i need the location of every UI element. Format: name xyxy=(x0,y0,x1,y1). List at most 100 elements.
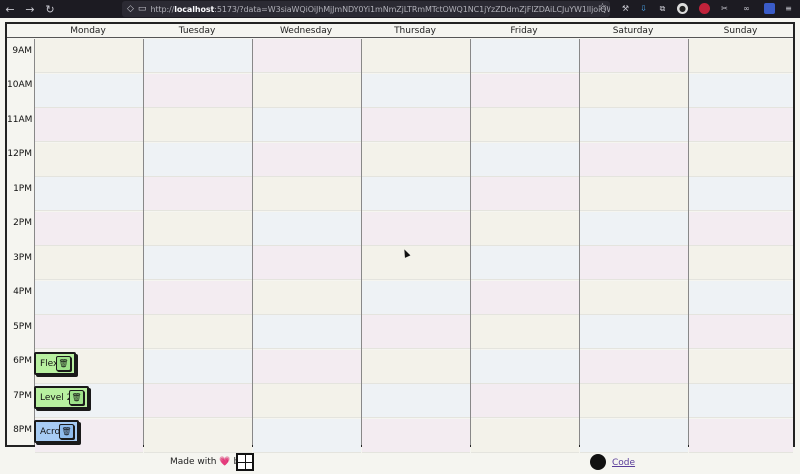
time-slot[interactable] xyxy=(362,280,470,315)
time-slot[interactable] xyxy=(144,73,252,108)
time-slot[interactable] xyxy=(253,246,361,280)
glasses-icon[interactable]: ∞ xyxy=(741,3,752,14)
time-slot[interactable] xyxy=(689,211,793,246)
time-label: 4PM xyxy=(13,287,32,297)
time-slot[interactable] xyxy=(35,108,143,142)
time-slot[interactable] xyxy=(144,177,252,211)
time-slot[interactable] xyxy=(253,73,361,108)
time-slot[interactable] xyxy=(362,384,470,418)
extensions-icon[interactable]: ⧉ xyxy=(657,3,668,14)
time-slot[interactable] xyxy=(689,349,793,384)
time-slot[interactable] xyxy=(471,384,579,418)
time-slot[interactable] xyxy=(144,349,252,384)
time-slot[interactable] xyxy=(471,211,579,246)
time-slot[interactable] xyxy=(253,39,361,73)
code-link[interactable]: Code xyxy=(612,458,635,468)
time-slot[interactable] xyxy=(580,349,688,384)
menu-icon[interactable]: ≡ xyxy=(783,3,794,14)
time-slot[interactable] xyxy=(580,142,688,177)
time-slot[interactable] xyxy=(144,211,252,246)
time-slot[interactable] xyxy=(471,246,579,280)
time-slot[interactable] xyxy=(35,246,143,280)
time-slot[interactable] xyxy=(35,315,143,349)
time-slot[interactable] xyxy=(580,108,688,142)
time-slot[interactable] xyxy=(362,211,470,246)
event-acro[interactable]: Acro 🗑 xyxy=(34,420,79,443)
forward-icon[interactable]: → xyxy=(20,0,40,18)
time-slot[interactable] xyxy=(471,280,579,315)
screenshot-icon[interactable]: ✂ xyxy=(719,3,730,14)
time-slot[interactable] xyxy=(580,177,688,211)
time-slot[interactable] xyxy=(253,280,361,315)
time-slot[interactable] xyxy=(253,177,361,211)
time-slot[interactable] xyxy=(253,108,361,142)
time-slot[interactable] xyxy=(144,246,252,280)
time-slot[interactable] xyxy=(689,142,793,177)
time-slot[interactable] xyxy=(580,246,688,280)
shield-ext-icon[interactable] xyxy=(764,3,775,14)
time-slot[interactable] xyxy=(35,177,143,211)
time-slot[interactable] xyxy=(35,211,143,246)
time-slot[interactable] xyxy=(362,246,470,280)
trash-icon[interactable]: 🗑 xyxy=(69,390,84,405)
time-slot[interactable] xyxy=(253,384,361,418)
time-slot[interactable] xyxy=(144,315,252,349)
trash-icon[interactable]: 🗑 xyxy=(59,424,74,439)
time-slot[interactable] xyxy=(144,384,252,418)
time-slot[interactable] xyxy=(144,142,252,177)
time-slot[interactable] xyxy=(144,280,252,315)
time-slot[interactable] xyxy=(471,142,579,177)
time-slot[interactable] xyxy=(471,349,579,384)
author-logo[interactable] xyxy=(236,453,254,471)
time-slot[interactable] xyxy=(471,177,579,211)
time-slot[interactable] xyxy=(253,142,361,177)
back-icon[interactable]: ← xyxy=(0,0,20,18)
download-icon[interactable]: ⇩ xyxy=(638,3,649,14)
time-slot[interactable] xyxy=(689,315,793,349)
event-flex[interactable]: Flex 🗑 xyxy=(34,352,76,375)
time-slot[interactable] xyxy=(144,108,252,142)
trash-icon[interactable]: 🗑 xyxy=(56,356,71,371)
time-slot[interactable] xyxy=(362,108,470,142)
time-slot[interactable] xyxy=(471,315,579,349)
reload-icon[interactable]: ↻ xyxy=(40,0,60,18)
time-slot[interactable] xyxy=(253,315,361,349)
time-slot[interactable] xyxy=(35,39,143,73)
url-bar[interactable]: ◇ ▭ http://localhost:5173/?data=W3siaWQi… xyxy=(122,1,610,17)
time-slot[interactable] xyxy=(35,73,143,108)
time-slot[interactable] xyxy=(471,108,579,142)
account-icon[interactable]: ● xyxy=(677,3,688,14)
time-slot[interactable] xyxy=(580,280,688,315)
time-slot[interactable] xyxy=(35,280,143,315)
time-slot[interactable] xyxy=(580,73,688,108)
record-icon[interactable] xyxy=(699,3,710,14)
time-slot[interactable] xyxy=(689,177,793,211)
time-slot[interactable] xyxy=(580,211,688,246)
time-slot[interactable] xyxy=(689,39,793,73)
time-slot[interactable] xyxy=(362,142,470,177)
time-slot[interactable] xyxy=(362,73,470,108)
time-slot[interactable] xyxy=(35,142,143,177)
time-slot[interactable] xyxy=(362,39,470,73)
time-slot[interactable] xyxy=(362,315,470,349)
time-slot[interactable] xyxy=(689,108,793,142)
wrench-icon[interactable]: ⚒ xyxy=(620,3,631,14)
github-icon[interactable] xyxy=(590,454,606,470)
time-slot[interactable] xyxy=(144,39,252,73)
bookmark-star-icon[interactable]: ☆ xyxy=(598,2,607,13)
time-slot[interactable] xyxy=(362,349,470,384)
event-level-2[interactable]: Level 2 🗑 xyxy=(34,386,89,409)
time-slot[interactable] xyxy=(253,349,361,384)
time-slot[interactable] xyxy=(471,39,579,73)
time-slot[interactable] xyxy=(689,384,793,418)
time-slot[interactable] xyxy=(362,177,470,211)
time-slot[interactable] xyxy=(580,315,688,349)
time-slot[interactable] xyxy=(689,73,793,108)
day-column-sunday xyxy=(688,39,793,453)
time-slot[interactable] xyxy=(471,73,579,108)
time-slot[interactable] xyxy=(580,39,688,73)
time-slot[interactable] xyxy=(253,211,361,246)
time-slot[interactable] xyxy=(689,280,793,315)
time-slot[interactable] xyxy=(689,246,793,280)
time-slot[interactable] xyxy=(580,384,688,418)
